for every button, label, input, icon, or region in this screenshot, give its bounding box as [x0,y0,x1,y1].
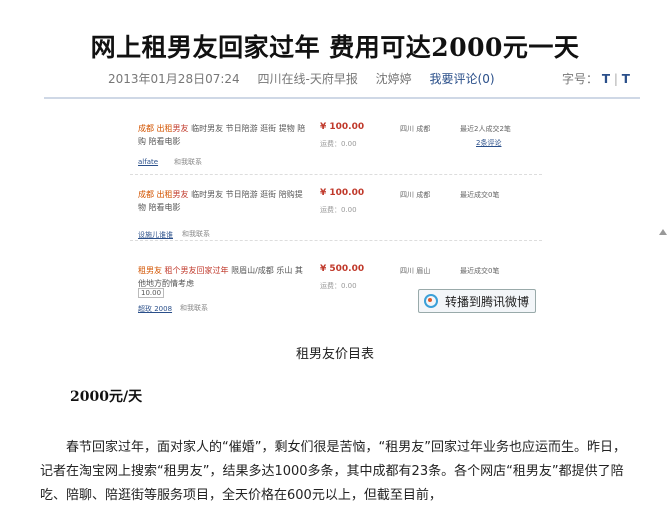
contact-seller-button: 和我联系 [174,158,202,166]
font-small-button[interactable]: T [622,72,630,86]
tencent-weibo-icon [423,293,439,309]
body-paragraph: 春节回家过年，面对家人的“催婚”，剩女们很是苦恼，“租男友”回家过年业务也应运而… [40,440,626,503]
listing-location: 四川 成都 [400,191,431,199]
listing-shipping: 运费：0.00 [320,206,357,214]
publish-date: 2013年01月28日07:24 [108,72,240,86]
source-link[interactable]: 四川在线-天府早报 [258,72,358,86]
listing-tag: 10.00 [138,288,165,298]
font-large-button[interactable]: T [602,72,610,86]
image-caption: 租男友价目表 [295,347,374,362]
listing-title: 成都 出租男友 临时男友 节日陪游 逛街 提物 陪购 陪看电影 [138,124,306,146]
comment-label[interactable]: 我要评论 [430,72,478,86]
listing-row: 成都 出租男友 临时男友 节日陪游 逛街 陪购提物 陪看电影 ¥ 100.00 … [130,178,542,241]
article-meta: 2013年01月28日07:24 四川在线-天府早报 沈婷婷 我要评论(0) [108,70,509,87]
article-body: 春节回家过年，面对家人的“催婚”，剩女们很是苦恼，“租男友”回家过年业务也应运而… [40,436,636,508]
contact-seller-button: 和我联系 [180,304,208,312]
listing-reviews[interactable]: 2条评论 [476,138,501,148]
listing-deals: 最近成交0笔 [460,191,500,199]
author-name: 沈婷婷 [375,72,412,86]
comment-link[interactable]: 我要评论(0) [430,72,495,86]
listing-seller: alfate [138,158,159,166]
share-to-tencent-weibo-button[interactable]: 转播到腾讯微博 [418,289,536,313]
section-subheading: 2000元/天 [70,389,143,405]
font-size-label: 字号： [562,72,599,86]
listing-shipping: 运费：0.00 [320,140,357,148]
listing-deals: 最近成交0笔 [460,267,500,275]
listing-title: 租男友 租个男友回家过年 限眉山/成都 乐山 其他地方酌情考虑 [138,266,303,288]
scroll-up-arrow-icon[interactable] [659,229,667,235]
listing-price: ¥ 100.00 [320,122,365,132]
listing-price: ¥ 100.00 [320,188,365,198]
comment-count: (0) [477,72,495,86]
listing-location: 四川 眉山 [400,267,431,275]
listing-deals: 最近2人成交2笔 [460,125,511,133]
listing-row: 成都 出租男友 临时男友 节日陪游 逛街 提物 陪购 陪看电影 ¥ 100.00… [130,112,542,175]
contact-seller-button: 和我联系 [182,230,210,238]
share-button-label: 转播到腾讯微博 [445,294,530,309]
header-divider [44,97,640,99]
article-title: 网上租男友回家过年 费用可达2000元一天 [90,33,580,62]
listing-seller: 超玫 2008 [138,305,173,313]
listing-seller: 设施儿谁谁 [138,231,173,239]
listing-shipping: 运费：0.00 [320,282,357,290]
listing-price: ¥ 500.00 [320,264,365,274]
font-size-control: 字号： T | T [562,72,630,86]
listing-title: 成都 出租男友 临时男友 节日陪游 逛街 陪购提物 陪看电影 [138,190,303,212]
listing-location: 四川 成都 [400,125,431,133]
